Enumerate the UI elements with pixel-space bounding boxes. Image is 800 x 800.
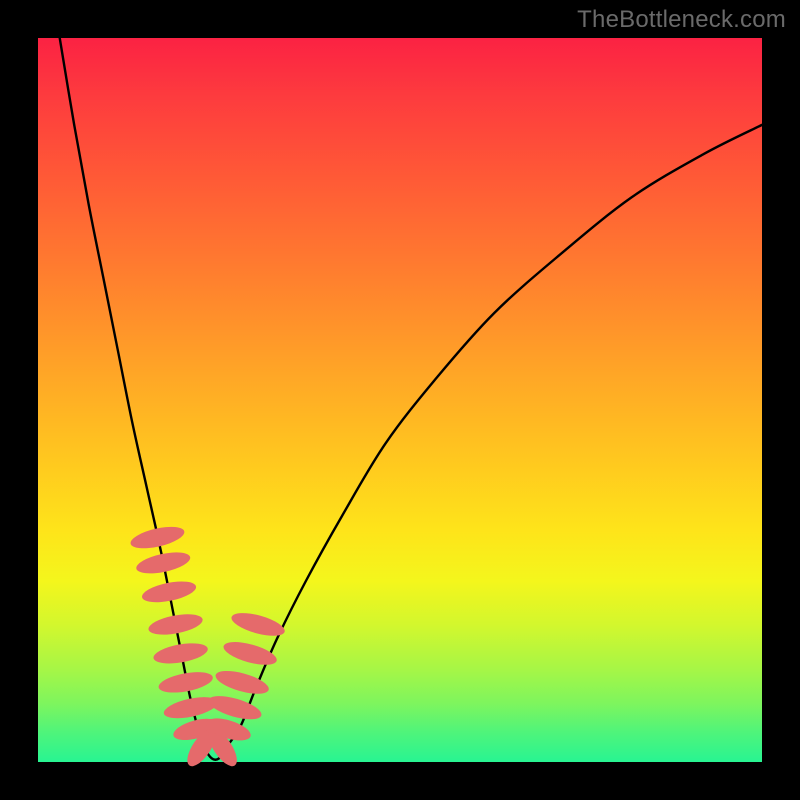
marker-point xyxy=(221,637,279,669)
plot-area xyxy=(38,38,762,762)
highlighted-points xyxy=(129,523,287,771)
marker-point xyxy=(147,610,204,638)
marker-point xyxy=(134,548,192,577)
chart-svg xyxy=(38,38,762,762)
marker-point xyxy=(140,578,197,606)
marker-point xyxy=(129,523,187,553)
watermark-text: TheBottleneck.com xyxy=(577,6,786,34)
chart-frame: TheBottleneck.com xyxy=(0,0,800,800)
